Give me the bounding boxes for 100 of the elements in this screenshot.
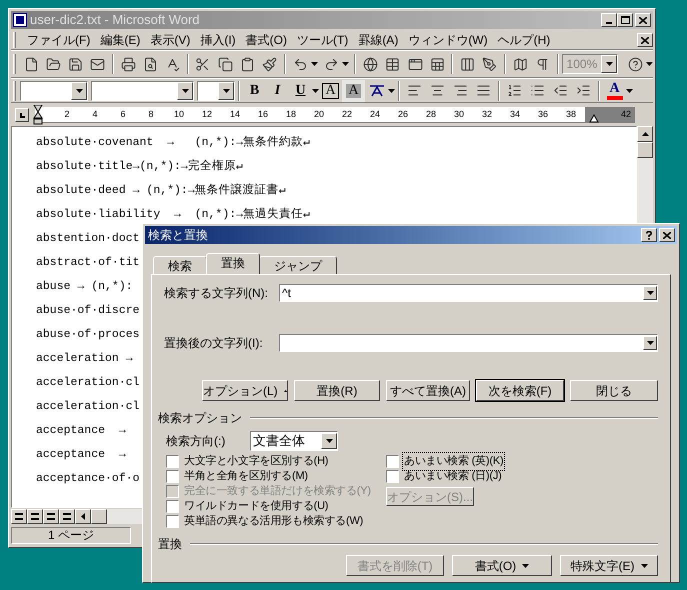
document-line: absolute·liability → (n,*):→無過失責任↵ bbox=[36, 206, 310, 223]
font-size-combo[interactable] bbox=[197, 80, 235, 100]
ruler-number: 42 bbox=[620, 108, 631, 121]
dialog-button[interactable]: オプション(L) bbox=[202, 380, 288, 401]
checkbox[interactable] bbox=[166, 500, 179, 513]
document-line: acceleration·cl bbox=[36, 375, 140, 391]
document-line: absolute·title→(n,*):→完全権原↵ bbox=[36, 158, 243, 175]
document-line: acceleration → bbox=[36, 351, 133, 367]
ruler-number: 30 bbox=[452, 108, 465, 121]
scroll-thumb[interactable] bbox=[637, 142, 653, 158]
dialog-button[interactable]: 置換(R) bbox=[294, 380, 380, 401]
ruler-number: 34 bbox=[508, 108, 521, 121]
close-button[interactable] bbox=[635, 13, 651, 27]
group-heading: 検索オプション bbox=[158, 410, 242, 427]
checkbox-label: ワイルドカードを使用する(U) bbox=[183, 499, 330, 514]
checkbox[interactable] bbox=[386, 455, 399, 468]
right-indent-marker-icon[interactable] bbox=[589, 113, 599, 123]
format-button[interactable]: A bbox=[342, 80, 365, 102]
dialog-button[interactable]: 次を検索(F) bbox=[476, 380, 564, 401]
replace-field[interactable] bbox=[279, 334, 658, 352]
menu-item[interactable]: ウィンドウ(W) bbox=[403, 31, 493, 49]
caret-icon bbox=[522, 564, 530, 568]
menu-item[interactable]: ヘルプ(H) bbox=[492, 31, 556, 49]
tab[interactable]: 置換 bbox=[206, 253, 260, 274]
style-combo[interactable] bbox=[20, 80, 88, 100]
caret-icon bbox=[626, 88, 633, 92]
caret-icon bbox=[646, 62, 654, 66]
menu-item[interactable]: 表示(V) bbox=[145, 31, 196, 49]
checkbox-label: 半角と全角を区別する(M) bbox=[183, 469, 309, 484]
caret-icon bbox=[182, 88, 188, 92]
document-line: acceleration·cl bbox=[36, 399, 140, 415]
dialog-button[interactable]: 特殊文字(E) bbox=[560, 555, 658, 576]
dialog-button[interactable]: すべて置換(A) bbox=[386, 380, 470, 401]
close-icon bbox=[663, 232, 671, 238]
indent-marker-icon[interactable] bbox=[33, 105, 43, 125]
minimize-button[interactable] bbox=[601, 13, 617, 27]
horizontal-scroll-thumb[interactable] bbox=[91, 508, 107, 524]
maximize-button[interactable] bbox=[617, 13, 633, 27]
caret-icon bbox=[311, 62, 318, 66]
caret-icon bbox=[342, 62, 350, 66]
tab[interactable]: ジャンプ bbox=[259, 256, 337, 274]
group-heading: 置換 bbox=[158, 536, 182, 553]
ruler-number: 2 bbox=[63, 108, 70, 121]
menu-item[interactable]: ツール(T) bbox=[292, 31, 354, 49]
document-close-button[interactable] bbox=[637, 33, 653, 47]
close-icon bbox=[641, 36, 649, 44]
format-button[interactable]: I bbox=[266, 80, 289, 102]
caret-icon bbox=[388, 88, 395, 92]
ruler-number: 38 bbox=[564, 108, 577, 121]
checkbox[interactable] bbox=[166, 515, 179, 528]
caret-icon bbox=[640, 564, 648, 568]
document-line: acceptance·of·o bbox=[36, 471, 140, 487]
menu-item[interactable]: 編集(E) bbox=[95, 31, 146, 49]
caret-icon bbox=[312, 88, 319, 92]
document-line: abstention·doct bbox=[36, 231, 140, 247]
checkbox[interactable] bbox=[166, 470, 179, 483]
document-line: absolute·covenant → (n,*):→無条件約款↵ bbox=[36, 134, 310, 151]
font-color-button[interactable]: A bbox=[603, 80, 626, 102]
dialog-close-button[interactable] bbox=[659, 228, 675, 242]
question-mark-icon bbox=[646, 230, 652, 240]
checkbox-label: 完全に一致する単語だけを検索する(Y) bbox=[183, 484, 372, 500]
format-button[interactable]: B bbox=[243, 80, 266, 102]
dialog-button[interactable]: 書式(O) bbox=[452, 555, 552, 576]
document-line: absolute·deed → (n,*):→無条件譲渡証書↵ bbox=[36, 182, 286, 199]
find-field[interactable]: ^t bbox=[279, 284, 658, 302]
scroll-left-button[interactable] bbox=[75, 508, 91, 524]
tab[interactable]: 検索 bbox=[153, 256, 207, 274]
ruler-number: 10 bbox=[172, 108, 185, 121]
checkbox-label: 英単語の異なる活用形も検索する(W) bbox=[183, 514, 364, 530]
window-title: user-dic2.txt - Microsoft Word bbox=[30, 11, 201, 30]
document-line: acceptance → bbox=[36, 447, 126, 463]
tab-selector-icon[interactable] bbox=[15, 108, 29, 122]
dialog-button[interactable]: 閉じる bbox=[570, 380, 658, 401]
format-button[interactable]: U bbox=[289, 80, 312, 102]
menu-item[interactable]: 挿入(I) bbox=[195, 31, 241, 49]
scroll-up-button[interactable] bbox=[637, 126, 653, 142]
ruler-number: 12 bbox=[200, 108, 213, 121]
ruler-number: 8 bbox=[147, 108, 154, 121]
close-icon bbox=[639, 16, 647, 24]
ruler-number: 22 bbox=[340, 108, 353, 121]
ruler-number: 32 bbox=[480, 108, 493, 121]
menu-item[interactable]: 書式(O) bbox=[240, 31, 292, 49]
checkbox[interactable] bbox=[386, 470, 399, 483]
field-label: 検索する文字列(N): bbox=[164, 285, 269, 302]
ruler-number: 4 bbox=[91, 108, 98, 121]
help-button[interactable] bbox=[641, 228, 657, 242]
ruler-number: 14 bbox=[228, 108, 241, 121]
ruler-number: 36 bbox=[536, 108, 549, 121]
caret-icon bbox=[326, 439, 332, 443]
dialog-title: 検索と置換 bbox=[148, 227, 209, 244]
ruler-number: 28 bbox=[424, 108, 437, 121]
caret-icon bbox=[222, 88, 230, 92]
font-combo[interactable] bbox=[91, 80, 194, 100]
document-line: acceptance → bbox=[36, 423, 126, 439]
ruler-number: 20 bbox=[312, 108, 325, 121]
menu-item[interactable]: ファイル(F) bbox=[22, 31, 96, 49]
caret-icon bbox=[606, 62, 613, 66]
direction-select[interactable]: 文書全体 bbox=[250, 431, 338, 451]
menu-item[interactable]: 罫線(A) bbox=[353, 31, 404, 49]
checkbox[interactable] bbox=[166, 455, 179, 468]
